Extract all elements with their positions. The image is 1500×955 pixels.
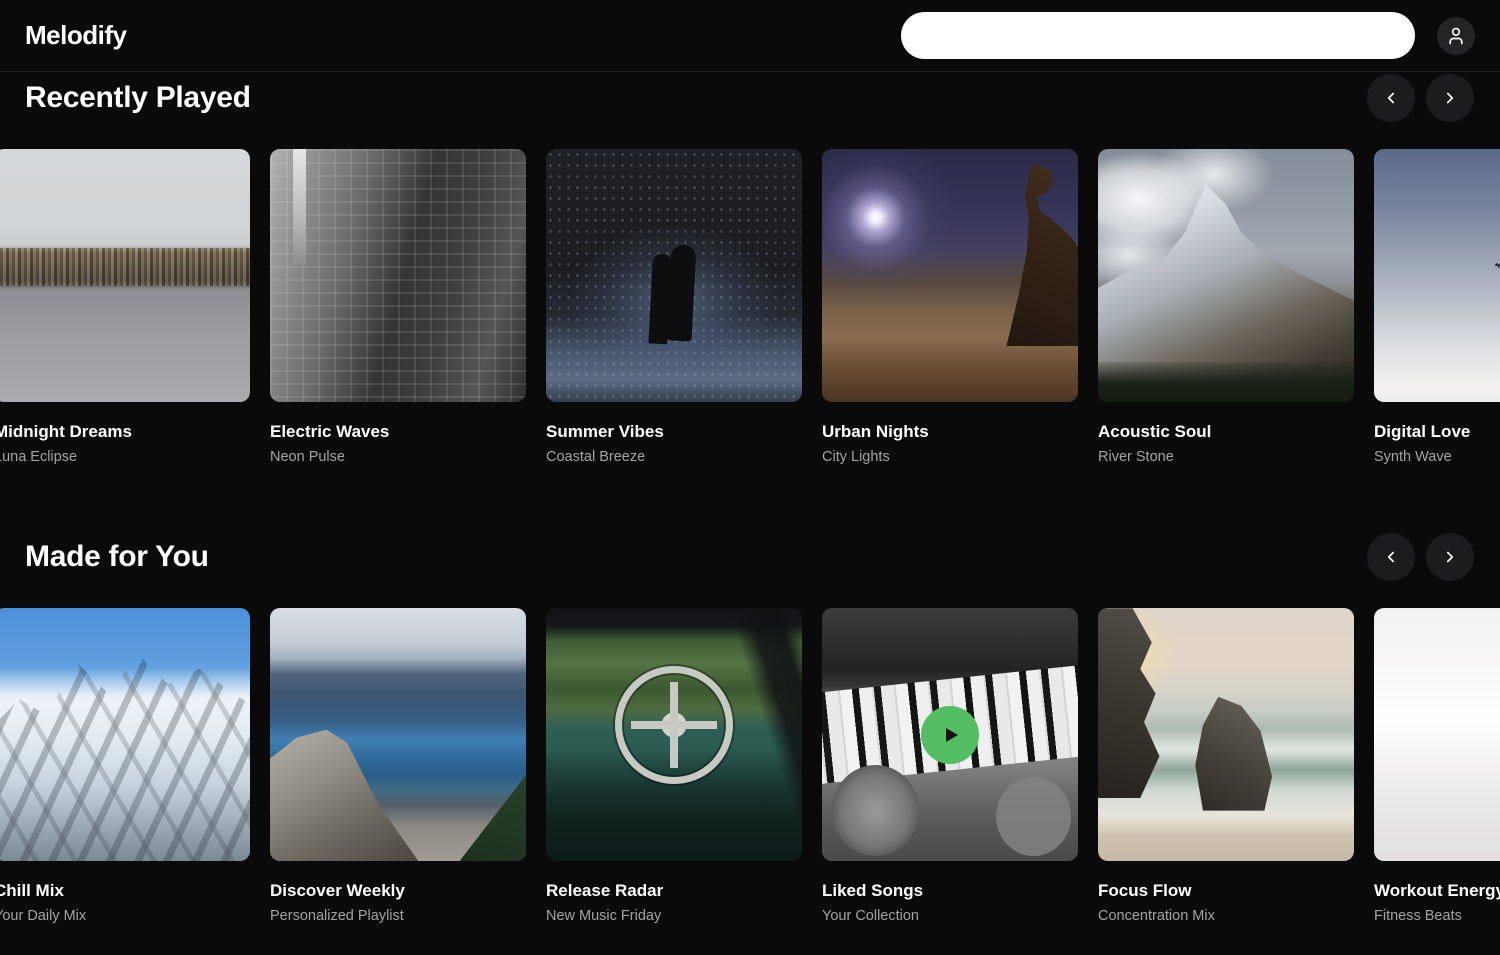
section-header: Recently Played: [0, 76, 1500, 120]
playlist-card[interactable]: Digital Love Synth Wave: [1374, 149, 1500, 465]
card-subtitle: Luna Eclipse: [0, 449, 250, 466]
card-title: Release Radar: [546, 881, 802, 901]
section: Recently Played Midnight Dreams Luna Ecl…: [0, 76, 1500, 465]
card-subtitle: Your Collection: [822, 908, 1078, 925]
card-row: Midnight Dreams Luna Eclipse Electric Wa…: [0, 149, 1500, 465]
card-row: Chill Mix Your Daily Mix Discover Weekly…: [0, 608, 1500, 924]
card-subtitle: Your Daily Mix: [0, 908, 250, 925]
chevron-right-icon: [1441, 89, 1459, 107]
album-art: [1374, 149, 1500, 402]
album-art: [270, 149, 526, 402]
card-subtitle: New Music Friday: [546, 908, 802, 925]
album-art: [546, 608, 802, 861]
album-art: [0, 149, 250, 402]
card-title: Chill Mix: [0, 881, 250, 901]
album-art: [822, 149, 1078, 402]
album-art: [1374, 608, 1500, 861]
section: Made for You Chill Mix Your Daily Mix: [0, 535, 1500, 924]
play-button[interactable]: [921, 706, 979, 764]
carousel-nav: [1367, 533, 1474, 581]
chevron-right-icon: [1441, 548, 1459, 566]
carousel-next-button[interactable]: [1426, 74, 1474, 122]
card-subtitle: Neon Pulse: [270, 449, 526, 466]
topbar: Melodify: [0, 0, 1500, 72]
card-subtitle: Concentration Mix: [1098, 908, 1354, 925]
card-title: Discover Weekly: [270, 881, 526, 901]
card-subtitle: Personalized Playlist: [270, 908, 526, 925]
topbar-right: [901, 12, 1475, 59]
play-icon: [938, 723, 962, 747]
card-title: Acoustic Soul: [1098, 422, 1354, 442]
playlist-card[interactable]: Release Radar New Music Friday: [546, 608, 802, 924]
playlist-card[interactable]: Discover Weekly Personalized Playlist: [270, 608, 526, 924]
card-title: Focus Flow: [1098, 881, 1354, 901]
playlist-card[interactable]: Chill Mix Your Daily Mix: [0, 608, 250, 924]
album-art: [546, 149, 802, 402]
card-title: Midnight Dreams: [0, 422, 250, 442]
album-art: [822, 608, 1078, 861]
card-subtitle: Synth Wave: [1374, 449, 1500, 466]
playlist-card[interactable]: Urban Nights City Lights: [822, 149, 1078, 465]
carousel-nav: [1367, 74, 1474, 122]
card-title: Digital Love: [1374, 422, 1500, 442]
search-input[interactable]: [901, 12, 1415, 59]
carousel-prev-button[interactable]: [1367, 533, 1415, 581]
card-subtitle: Coastal Breeze: [546, 449, 802, 466]
carousel-next-button[interactable]: [1426, 533, 1474, 581]
album-art: [1098, 608, 1354, 861]
card-title: Electric Waves: [270, 422, 526, 442]
playlist-card[interactable]: Liked Songs Your Collection: [822, 608, 1078, 924]
play-overlay: [822, 608, 1078, 861]
user-icon: [1446, 26, 1466, 46]
album-art: [1098, 149, 1354, 402]
card-subtitle: City Lights: [822, 449, 1078, 466]
card-title: Liked Songs: [822, 881, 1078, 901]
chevron-left-icon: [1382, 89, 1400, 107]
profile-button[interactable]: [1437, 17, 1475, 55]
carousel-prev-button[interactable]: [1367, 74, 1415, 122]
album-art: [270, 608, 526, 861]
chevron-left-icon: [1382, 548, 1400, 566]
playlist-card[interactable]: Workout Energy Fitness Beats: [1374, 608, 1500, 924]
playlist-card[interactable]: Electric Waves Neon Pulse: [270, 149, 526, 465]
main-content: Recently Played Midnight Dreams Luna Ecl…: [0, 76, 1500, 924]
app-logo: Melodify: [25, 20, 126, 51]
card-title: Workout Energy: [1374, 881, 1500, 901]
card-title: Urban Nights: [822, 422, 1078, 442]
section-header: Made for You: [0, 535, 1500, 579]
section-title: Made for You: [25, 540, 209, 574]
playlist-card[interactable]: Midnight Dreams Luna Eclipse: [0, 149, 250, 465]
playlist-card[interactable]: Acoustic Soul River Stone: [1098, 149, 1354, 465]
section-title: Recently Played: [25, 81, 251, 115]
playlist-card[interactable]: Summer Vibes Coastal Breeze: [546, 149, 802, 465]
playlist-card[interactable]: Focus Flow Concentration Mix: [1098, 608, 1354, 924]
card-title: Summer Vibes: [546, 422, 802, 442]
album-art: [0, 608, 250, 861]
card-subtitle: River Stone: [1098, 449, 1354, 466]
card-subtitle: Fitness Beats: [1374, 908, 1500, 925]
